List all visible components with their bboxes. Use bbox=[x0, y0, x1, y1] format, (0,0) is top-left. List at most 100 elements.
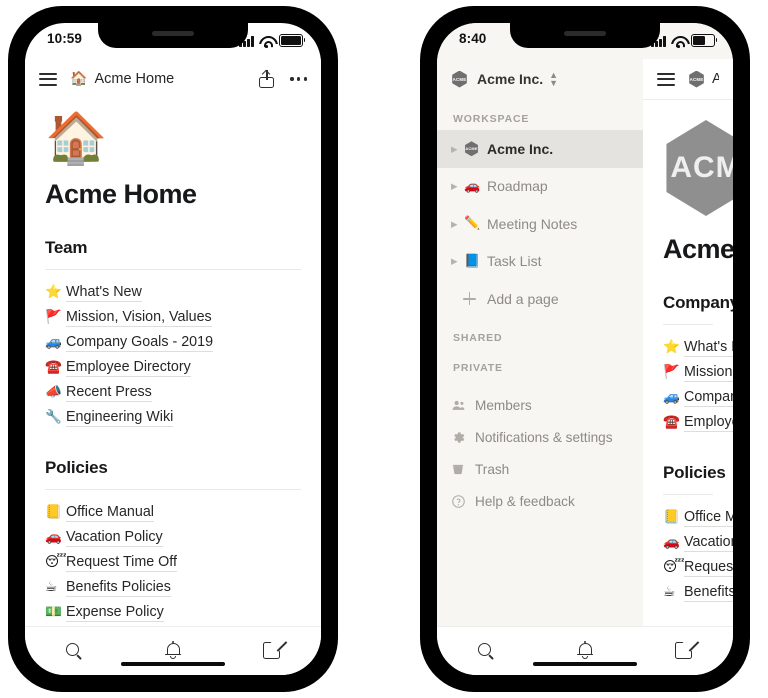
list-item[interactable]: 😴 Request bbox=[663, 555, 733, 580]
section-heading: Team bbox=[45, 238, 88, 257]
list-item[interactable]: 🚙 Company Goals - 2019 bbox=[45, 330, 301, 355]
phone-left: 10:59 🏠 Acme Home 🏠 Acme Home Team ⭐ Wha… bbox=[8, 6, 338, 692]
header-page-title: Acme bbox=[712, 71, 719, 87]
list-item-label: Benefits Policies bbox=[66, 578, 171, 597]
cover-logo-text: ACM bbox=[670, 151, 733, 184]
sidebar-item-label: Notifications & settings bbox=[475, 430, 613, 445]
screenshot-stage: 10:59 🏠 Acme Home 🏠 Acme Home Team ⭐ Wha… bbox=[0, 0, 768, 698]
sidebar-item-emoji: ✏️ bbox=[464, 216, 481, 232]
list-item[interactable]: 💵 Expense Policy bbox=[45, 600, 301, 625]
list-item[interactable]: ☕ Benefits Policies bbox=[45, 575, 301, 600]
search-icon bbox=[477, 642, 495, 660]
sidebar-item-emoji: 🚗 bbox=[464, 178, 481, 194]
wifi-icon bbox=[671, 36, 686, 48]
add-page-label: Add a page bbox=[487, 290, 559, 307]
section-divider bbox=[45, 269, 301, 270]
hamburger-menu-icon[interactable] bbox=[39, 72, 57, 86]
phone-right-screen: 8:40 ACME Acme ACM bbox=[437, 23, 733, 675]
sidebar-item-label: Acme Inc. bbox=[487, 140, 554, 157]
wifi-icon bbox=[259, 36, 274, 48]
list-item-label: Mission, Vision, Values bbox=[66, 308, 212, 327]
list-item[interactable]: 🚩 Mission, bbox=[663, 360, 733, 385]
sidebar-item-members[interactable]: Members bbox=[437, 390, 643, 422]
sidebar-item-label: Trash bbox=[475, 462, 510, 477]
list-item[interactable]: ☕ Benefits bbox=[663, 580, 733, 605]
tab-notifications[interactable] bbox=[536, 640, 635, 660]
page-header: ACME Acme bbox=[643, 59, 733, 100]
workspace-switcher[interactable]: ACME Acme Inc. ▲ ▼ bbox=[437, 59, 643, 99]
sidebar-item-task-list[interactable]: ▶ 📘 Task List bbox=[437, 243, 643, 281]
page-link-list: ⭐ What's N 🚩 Mission, 🚙 Company bbox=[663, 335, 733, 435]
phone-right: 8:40 ACME Acme ACM bbox=[420, 6, 750, 692]
sidebar-item-roadmap[interactable]: ▶ 🚗 Roadmap bbox=[437, 168, 643, 206]
sidebar-caption-workspace: WORKSPACE bbox=[453, 113, 530, 125]
tab-compose[interactable] bbox=[634, 634, 733, 660]
header-page-title: Acme Home bbox=[94, 71, 175, 87]
sidebar-item-label: Roadmap bbox=[487, 178, 548, 195]
list-item[interactable]: 📒 Office Manual bbox=[45, 500, 301, 525]
list-item[interactable]: 🚗 Vacation bbox=[663, 530, 733, 555]
bell-icon bbox=[165, 640, 181, 660]
speaker-grill bbox=[564, 31, 606, 36]
header-page-emoji: 🏠 bbox=[70, 71, 88, 87]
section-heading: Policies bbox=[663, 463, 726, 482]
notch bbox=[98, 23, 248, 48]
list-item-emoji: 😴 bbox=[663, 558, 685, 575]
list-item[interactable]: 😴 Request Time Off bbox=[45, 550, 301, 575]
list-item[interactable]: 📒 Office Ma bbox=[663, 505, 733, 530]
list-item[interactable]: ☎️ Employe bbox=[663, 410, 733, 435]
list-item-label: Office Manual bbox=[66, 503, 154, 522]
status-indicators bbox=[239, 33, 306, 48]
sidebar-item-emoji: 📘 bbox=[464, 253, 481, 269]
section-policies: Policies 📒 Office Ma 🚗 Vacation bbox=[663, 463, 733, 605]
list-item-emoji: ⭐ bbox=[663, 338, 680, 355]
section-divider bbox=[663, 324, 713, 325]
share-icon[interactable] bbox=[259, 69, 275, 88]
list-item-label: Vacation bbox=[684, 534, 733, 552]
page-title: Acme Home bbox=[45, 179, 197, 209]
list-item-emoji: ☕ bbox=[45, 578, 58, 595]
list-item-label: Mission, bbox=[684, 364, 733, 382]
add-page-button[interactable]: Add a page bbox=[437, 280, 643, 318]
tab-search[interactable] bbox=[25, 642, 124, 660]
more-options-icon[interactable] bbox=[290, 77, 307, 81]
list-item-label: Engineering Wiki bbox=[66, 408, 174, 427]
sidebar-item-help-feedback[interactable]: Help & feedback bbox=[437, 486, 643, 518]
tab-search[interactable] bbox=[437, 642, 536, 660]
expand-caret-icon[interactable]: ▶ bbox=[451, 257, 462, 266]
list-item-emoji: ⭐ bbox=[45, 283, 62, 300]
expand-caret-icon[interactable]: ▶ bbox=[451, 182, 462, 191]
list-item[interactable]: 🚙 Company bbox=[663, 385, 733, 410]
list-item[interactable]: 🚩 Mission, Vision, Values bbox=[45, 305, 301, 330]
bell-icon bbox=[577, 640, 593, 660]
tab-compose[interactable] bbox=[222, 634, 321, 660]
section-divider bbox=[45, 489, 301, 490]
list-item[interactable]: ⭐ What's N bbox=[663, 335, 733, 360]
sidebar-item-acme-inc[interactable]: ▶ ACME Acme Inc. bbox=[437, 130, 643, 168]
hamburger-menu-icon[interactable] bbox=[657, 72, 675, 86]
page-title: Acme bbox=[663, 234, 733, 264]
compose-icon bbox=[262, 634, 288, 660]
tab-notifications[interactable] bbox=[124, 640, 223, 660]
list-item[interactable]: 🚗 Vacation Policy bbox=[45, 525, 301, 550]
workspace-logo-icon: ACME bbox=[451, 70, 468, 88]
list-item-label: Office Ma bbox=[684, 509, 733, 527]
list-item-emoji: 🚙 bbox=[45, 333, 62, 350]
sidebar-item-trash[interactable]: Trash bbox=[437, 454, 643, 486]
list-item[interactable]: ☎️ Employee Directory bbox=[45, 355, 301, 380]
list-item-label: Expense Policy bbox=[66, 603, 164, 622]
list-item-emoji: 🚙 bbox=[663, 388, 680, 405]
expand-caret-icon[interactable]: ▶ bbox=[451, 219, 462, 229]
bottom-tab-bar bbox=[437, 626, 733, 675]
list-item[interactable]: 📣 Recent Press bbox=[45, 380, 301, 405]
list-item-label: Company Goals - 2019 bbox=[66, 333, 214, 352]
sidebar-item-notifications-settings[interactable]: Notifications & settings bbox=[437, 422, 643, 454]
status-indicators bbox=[651, 33, 718, 48]
sidebar-caption-shared: SHARED bbox=[453, 331, 503, 344]
battery-icon bbox=[691, 34, 718, 47]
sidebar-item-meeting-notes[interactable]: ▶ ✏️ Meeting Notes bbox=[437, 205, 643, 243]
list-item[interactable]: ⭐ What's New bbox=[45, 280, 301, 305]
expand-caret-icon[interactable]: ▶ bbox=[451, 144, 462, 154]
list-item[interactable]: 🔧 Engineering Wiki bbox=[45, 405, 301, 430]
list-item-label: Employe bbox=[684, 414, 733, 432]
